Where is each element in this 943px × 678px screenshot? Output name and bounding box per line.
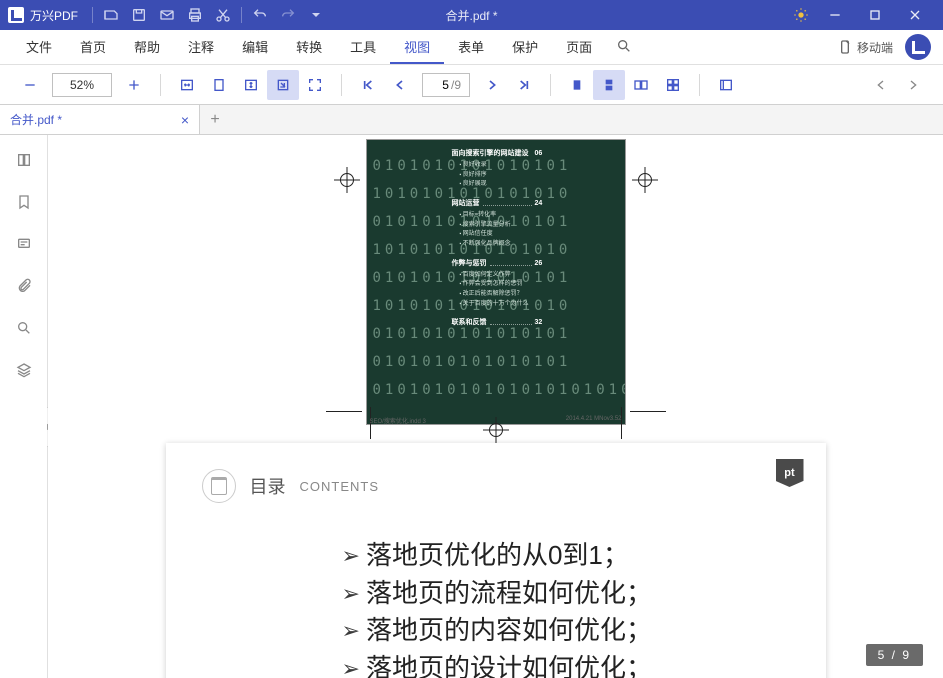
two-page-icon[interactable] [625, 70, 657, 100]
page-number-field[interactable] [431, 78, 449, 92]
menu-工具[interactable]: 工具 [336, 31, 390, 64]
toc-subtitle: CONTENTS [300, 479, 380, 494]
crop-mark [630, 411, 666, 412]
menu-保护[interactable]: 保护 [498, 31, 552, 64]
fit-height-icon[interactable] [235, 70, 267, 100]
comments-icon[interactable] [13, 233, 35, 255]
menu-首页[interactable]: 首页 [66, 31, 120, 64]
maximize-button[interactable] [855, 0, 895, 30]
add-tab-button[interactable]: + [200, 105, 230, 134]
toc-item: 落地页优化的从0到1； [342, 537, 790, 575]
redo-icon[interactable] [274, 4, 302, 26]
grid-page-icon[interactable] [657, 70, 689, 100]
brand-logo-icon[interactable] [905, 34, 931, 60]
app-logo-icon [8, 7, 24, 23]
registration-mark-icon [338, 171, 356, 189]
minimize-button[interactable] [815, 0, 855, 30]
separator [160, 74, 161, 96]
menu-表单[interactable]: 表单 [444, 31, 498, 64]
attachments-icon[interactable] [13, 275, 35, 297]
print-icon[interactable] [181, 4, 209, 26]
mobile-label: 移动端 [857, 39, 893, 56]
save-icon[interactable] [125, 4, 153, 26]
fullscreen-icon[interactable] [299, 70, 331, 100]
undo-icon[interactable] [246, 4, 274, 26]
page-indicator: 5 / 9 [866, 644, 923, 666]
prev-page-button[interactable] [384, 70, 416, 100]
mobile-link[interactable]: 移动端 [837, 39, 893, 56]
page-thumbnail-upper: 0101010101010101 1010101010101010 010101… [326, 135, 666, 443]
document-tabs: 合并.pdf * × + [0, 105, 943, 135]
fit-width-icon[interactable] [171, 70, 203, 100]
open-icon[interactable] [97, 4, 125, 26]
mail-icon[interactable] [153, 4, 181, 26]
dropdown-icon[interactable] [302, 4, 330, 26]
registration-mark-icon [636, 171, 654, 189]
app-name: 万兴PDF [30, 7, 78, 24]
separator [699, 74, 700, 96]
zoom-out-button[interactable] [14, 70, 46, 100]
toc-item: 落地页的设计如何优化； [342, 650, 790, 678]
prev-tool-icon[interactable] [865, 70, 897, 100]
next-tool-icon[interactable] [897, 70, 929, 100]
menu-文件[interactable]: 文件 [12, 31, 66, 64]
view-toolbar: 52% /9 [0, 65, 943, 105]
page-total: /9 [451, 78, 461, 92]
workspace: ▶ 0101010101010101 1010101010101010 0101… [0, 135, 943, 678]
menu-帮助[interactable]: 帮助 [120, 31, 174, 64]
foot-right: 2014.4.21 MNov3.52 [566, 416, 622, 425]
title-bar: 万兴PDF 合并.pdf * [0, 0, 943, 30]
divider [241, 7, 242, 23]
theme-icon[interactable] [787, 4, 815, 26]
separator [341, 74, 342, 96]
pdf-page-content: 0101010101010101 1010101010101010 010101… [366, 139, 626, 425]
tab-close-icon[interactable]: × [181, 112, 189, 128]
search-menu[interactable] [606, 32, 642, 63]
side-panel: ▶ [0, 135, 48, 678]
search-panel-icon[interactable] [13, 317, 35, 339]
page-input[interactable]: /9 [422, 73, 470, 97]
menu-注释[interactable]: 注释 [174, 31, 228, 64]
single-page-icon[interactable] [561, 70, 593, 100]
zoom-value: 52% [70, 78, 94, 92]
menu-编辑[interactable]: 编辑 [228, 31, 282, 64]
page-footer: SEO/搜索优化.indd 3 2014.4.21 MNov3.52 [370, 416, 622, 425]
menu-转换[interactable]: 转换 [282, 31, 336, 64]
toc-icon [202, 469, 236, 503]
menu-bar: 文件首页帮助注释编辑转换工具视图表单保护页面 移动端 [0, 30, 943, 65]
menu-页面[interactable]: 页面 [552, 31, 606, 64]
zoom-in-button[interactable] [118, 70, 150, 100]
fit-page-icon[interactable] [203, 70, 235, 100]
layers-icon[interactable] [13, 359, 35, 381]
tab-label: 合并.pdf * [10, 111, 62, 128]
tab-document[interactable]: 合并.pdf * × [0, 105, 200, 134]
pdf-page-toc: pt 目录 CONTENTS 落地页优化的从0到1；落地页的流程如何优化；落地页… [166, 443, 826, 678]
document-title: 合并.pdf * [445, 7, 497, 24]
bookmark-icon[interactable] [13, 191, 35, 213]
crop-mark [326, 411, 362, 412]
menu-视图[interactable]: 视图 [390, 31, 444, 64]
toc-item: 落地页的内容如何优化； [342, 612, 790, 650]
first-page-button[interactable] [352, 70, 384, 100]
next-page-button[interactable] [476, 70, 508, 100]
toc-title: 目录 [250, 473, 286, 499]
actual-size-icon[interactable] [267, 70, 299, 100]
foot-left: SEO/搜索优化.indd 3 [370, 416, 426, 425]
reader-mode-icon[interactable] [710, 70, 742, 100]
zoom-level[interactable]: 52% [52, 73, 112, 97]
continuous-page-icon[interactable] [593, 70, 625, 100]
toc-item: 落地页的流程如何优化； [342, 575, 790, 613]
cut-icon[interactable] [209, 4, 237, 26]
divider [92, 7, 93, 23]
close-button[interactable] [895, 0, 935, 30]
separator [550, 74, 551, 96]
page-canvas[interactable]: 0101010101010101 1010101010101010 010101… [48, 135, 943, 678]
last-page-button[interactable] [508, 70, 540, 100]
thumbnails-icon[interactable] [13, 149, 35, 171]
